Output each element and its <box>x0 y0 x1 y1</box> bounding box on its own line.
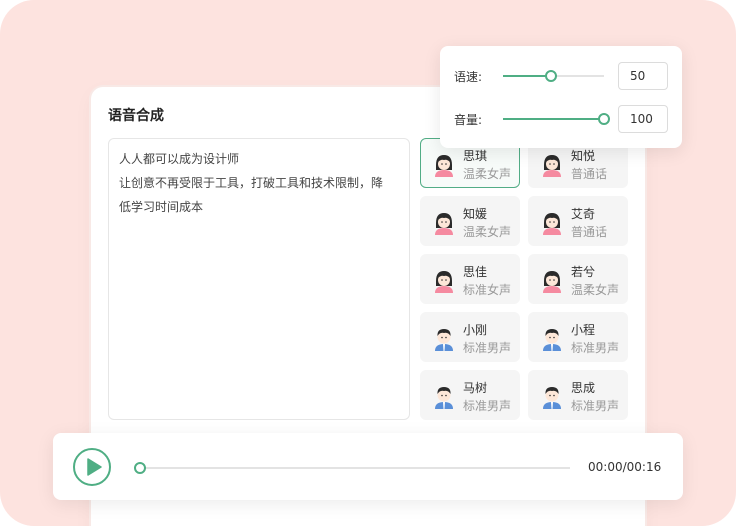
text-line: 低学习时间成本 <box>119 200 204 214</box>
voice-settings-popover: 语速: 50 音量: 100 <box>440 46 682 148</box>
voice-name: 小刚 <box>463 323 488 337</box>
voice-description: 普通话 <box>571 167 608 181</box>
voice-description: 温柔女声 <box>463 167 512 181</box>
play-button[interactable] <box>73 448 111 486</box>
voice-name: 艾奇 <box>571 207 596 221</box>
voice-description: 标准男声 <box>463 341 512 355</box>
voice-description: 温柔女声 <box>571 283 620 297</box>
male-avatar-icon <box>431 383 457 409</box>
text-input-area[interactable]: 人人都可以成为设计师 让创意不再受限于工具，打破工具和技术限制，降 低学习时间成… <box>108 138 410 420</box>
voice-name: 知悦 <box>571 149 596 163</box>
voice-description: 温柔女声 <box>463 225 512 239</box>
female-avatar-icon <box>431 267 457 293</box>
volume-row: 音量: 100 <box>454 105 670 133</box>
female-avatar-icon <box>539 209 565 235</box>
voice-description: 普通话 <box>571 225 608 239</box>
voice-description: 标准男声 <box>463 399 512 413</box>
playback-progress-bar[interactable] <box>134 462 570 474</box>
female-avatar-icon <box>539 267 565 293</box>
female-avatar-icon <box>431 151 457 177</box>
speed-slider-handle[interactable] <box>545 70 558 82</box>
voice-card[interactable]: 思成 标准男声 <box>528 370 628 420</box>
volume-slider-handle[interactable] <box>598 113 610 125</box>
playback-time: 00:00/00:16 <box>588 460 662 474</box>
voice-description: 标准女声 <box>463 283 512 297</box>
volume-label: 音量: <box>454 113 483 127</box>
speed-slider-fill <box>503 75 552 77</box>
voice-card[interactable]: 小刚 标准男声 <box>420 312 520 362</box>
volume-slider[interactable] <box>503 113 610 125</box>
male-avatar-icon <box>431 325 457 351</box>
voice-description: 标准男声 <box>571 341 620 355</box>
text-line: 让创意不再受限于工具，打破工具和技术限制，降 <box>119 176 384 190</box>
voice-name: 思佳 <box>463 265 488 279</box>
volume-value-input[interactable]: 100 <box>618 105 668 133</box>
female-avatar-icon <box>539 151 565 177</box>
speed-label: 语速: <box>454 70 483 84</box>
speed-row: 语速: 50 <box>454 62 670 90</box>
voice-card[interactable]: 知媛 温柔女声 <box>420 196 520 246</box>
speed-value-input[interactable]: 50 <box>618 62 668 90</box>
text-line: 人人都可以成为设计师 <box>119 152 240 166</box>
audio-player: 00:00/00:16 <box>53 433 683 500</box>
voice-card[interactable]: 小程 标准男声 <box>528 312 628 362</box>
play-icon <box>87 458 102 476</box>
female-avatar-icon <box>431 209 457 235</box>
voice-card[interactable]: 马树 标准男声 <box>420 370 520 420</box>
voice-name: 思成 <box>571 381 596 395</box>
voice-name: 思琪 <box>463 149 488 163</box>
voice-name: 马树 <box>463 381 488 395</box>
voice-name: 小程 <box>571 323 596 337</box>
panel-title: 语音合成 <box>108 108 164 124</box>
voice-card[interactable]: 思佳 标准女声 <box>420 254 520 304</box>
voice-card[interactable]: 艾奇 普通话 <box>528 196 628 246</box>
voice-name: 知媛 <box>463 207 488 221</box>
male-avatar-icon <box>539 325 565 351</box>
voice-description: 标准男声 <box>571 399 620 413</box>
playback-progress-handle[interactable] <box>134 462 146 474</box>
voice-card[interactable]: 若兮 温柔女声 <box>528 254 628 304</box>
voice-name: 若兮 <box>571 265 596 279</box>
speed-slider[interactable] <box>503 70 604 82</box>
male-avatar-icon <box>539 383 565 409</box>
volume-slider-fill <box>503 118 604 120</box>
app-background: 语音合成 人人都可以成为设计师 让创意不再受限于工具，打破工具和技术限制，降 低… <box>0 0 736 526</box>
